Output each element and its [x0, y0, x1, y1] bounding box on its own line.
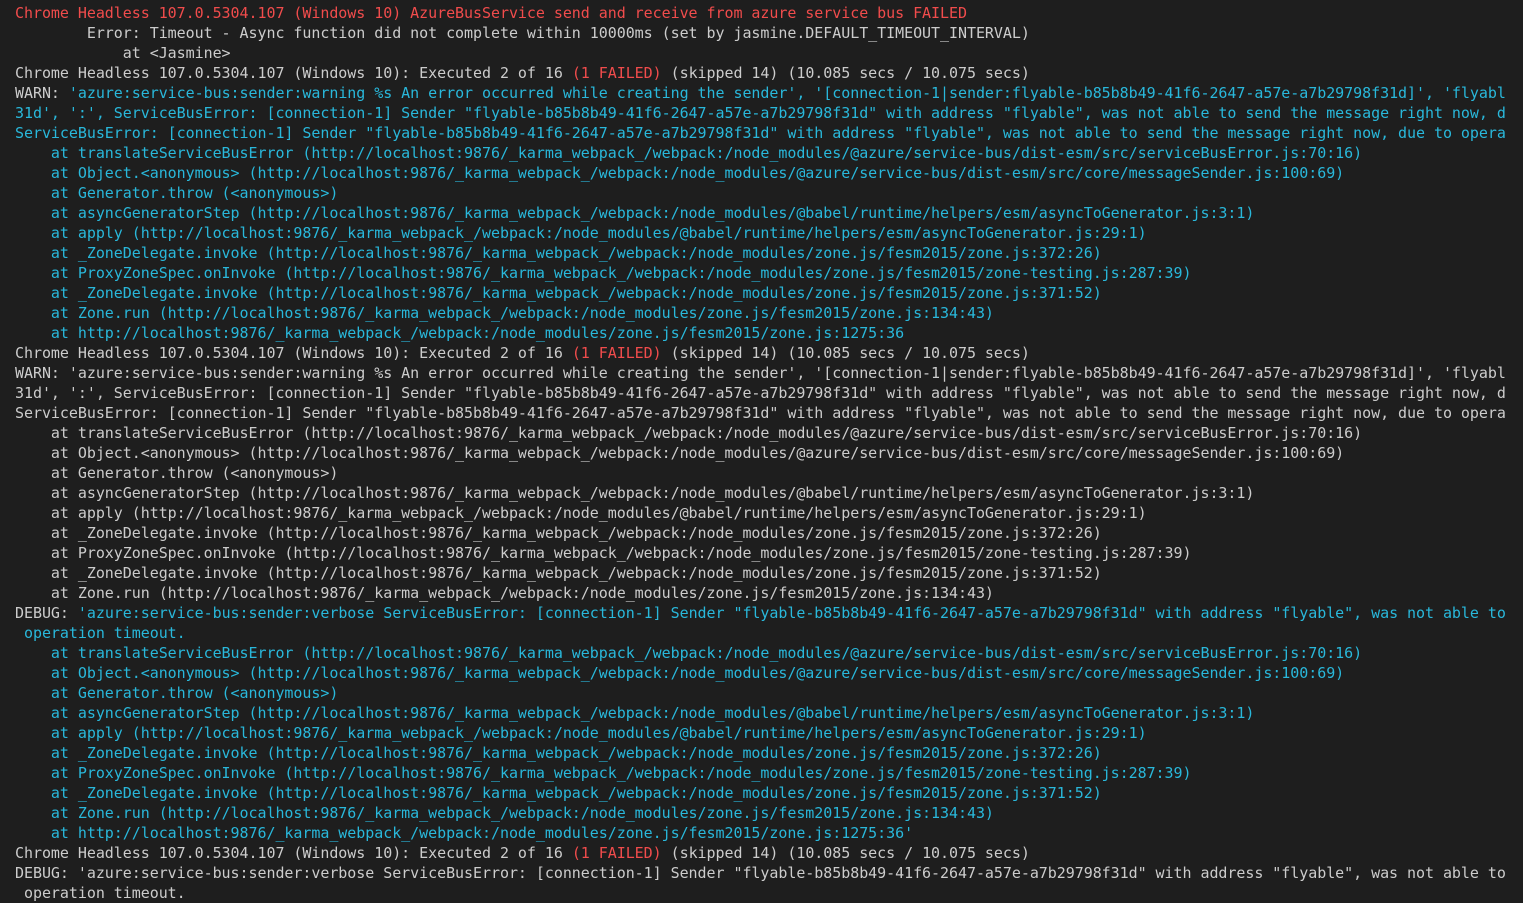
terminal-line: at Generator.throw (<anonymous>): [15, 683, 338, 703]
terminal-text-segment: at ProxyZoneSpec.onInvoke (http://localh…: [15, 264, 1192, 282]
terminal-line: at _ZoneDelegate.invoke (http://localhos…: [15, 563, 1102, 583]
terminal-text-segment: at _ZoneDelegate.invoke (http://localhos…: [15, 744, 1102, 762]
terminal-line: Error: Timeout - Async function did not …: [15, 23, 1030, 43]
terminal-text-segment: at Object.<anonymous> (http://localhost:…: [15, 164, 1345, 182]
terminal-text-segment: at <Jasmine>: [15, 44, 231, 62]
terminal-line: operation timeout.: [15, 883, 186, 903]
terminal-line: at ProxyZoneSpec.onInvoke (http://localh…: [15, 543, 1192, 563]
terminal-text-segment: at http://localhost:9876/_karma_webpack_…: [15, 824, 914, 842]
terminal-text-segment: at _ZoneDelegate.invoke (http://localhos…: [15, 524, 1102, 542]
terminal-text-segment: 31d', ':', ServiceBusError: [connection-…: [15, 104, 1506, 122]
terminal-text-segment: at Generator.throw (<anonymous>): [15, 684, 339, 702]
terminal-text-segment: at ProxyZoneSpec.onInvoke (http://localh…: [15, 544, 1192, 562]
terminal-line: at _ZoneDelegate.invoke (http://localhos…: [15, 283, 1102, 303]
terminal-line: at http://localhost:9876/_karma_webpack_…: [15, 323, 904, 343]
terminal-line: at apply (http://localhost:9876/_karma_w…: [15, 503, 1147, 523]
terminal-text-segment: at Generator.throw (<anonymous>): [15, 464, 339, 482]
terminal-text-segment: at apply (http://localhost:9876/_karma_w…: [15, 224, 1147, 242]
terminal-line: at Generator.throw (<anonymous>): [15, 463, 338, 483]
terminal-text-segment: (1 FAILED): [571, 64, 662, 82]
terminal-text-segment: at _ZoneDelegate.invoke (http://localhos…: [15, 564, 1102, 582]
terminal-text-segment: at Object.<anonymous> (http://localhost:…: [15, 664, 1345, 682]
terminal-text-segment: (skipped 14) (10.085 secs / 10.075 secs): [661, 844, 1030, 862]
terminal-text-segment: at Zone.run (http://localhost:9876/_karm…: [15, 584, 994, 602]
terminal-text-segment: at apply (http://localhost:9876/_karma_w…: [15, 724, 1147, 742]
terminal-text-segment: at translateServiceBusError (http://loca…: [15, 424, 1363, 442]
terminal-line: at translateServiceBusError (http://loca…: [15, 423, 1362, 443]
terminal-text-segment: (1 FAILED): [571, 344, 662, 362]
terminal-text-segment: 'azure:service-bus:sender:verbose Servic…: [77, 604, 1506, 622]
terminal-line: at Zone.run (http://localhost:9876/_karm…: [15, 303, 994, 323]
terminal-line: WARN: 'azure:service-bus:sender:warning …: [15, 83, 1506, 103]
terminal-line: 31d', ':', ServiceBusError: [connection-…: [15, 103, 1506, 123]
terminal-text-segment: WARN: 'azure:service-bus:sender:warning …: [15, 364, 1506, 382]
terminal-text-segment: 31d', ':', ServiceBusError: [connection-…: [15, 384, 1506, 402]
terminal-line: at Generator.throw (<anonymous>): [15, 183, 338, 203]
terminal-line: at _ZoneDelegate.invoke (http://localhos…: [15, 743, 1102, 763]
terminal-text-segment: (1 FAILED): [571, 844, 662, 862]
terminal-line: at http://localhost:9876/_karma_webpack_…: [15, 823, 913, 843]
terminal-line: ServiceBusError: [connection-1] Sender "…: [15, 123, 1506, 143]
terminal-line: at _ZoneDelegate.invoke (http://localhos…: [15, 243, 1102, 263]
terminal-text-segment: at apply (http://localhost:9876/_karma_w…: [15, 504, 1147, 522]
terminal-text-segment: Chrome Headless 107.0.5304.107 (Windows …: [15, 844, 572, 862]
terminal-text-segment: ServiceBusError: [connection-1] Sender "…: [15, 404, 1506, 422]
terminal-line: at Object.<anonymous> (http://localhost:…: [15, 663, 1344, 683]
terminal-line: Chrome Headless 107.0.5304.107 (Windows …: [15, 63, 1030, 83]
terminal-text-segment: at asyncGeneratorStep (http://localhost:…: [15, 484, 1255, 502]
terminal-text-segment: Error: Timeout - Async function did not …: [15, 24, 1030, 42]
terminal-text-segment: at ProxyZoneSpec.onInvoke (http://localh…: [15, 764, 1192, 782]
terminal-text-segment: (skipped 14) (10.085 secs / 10.075 secs): [661, 64, 1030, 82]
terminal-text-segment: 'azure:service-bus:sender:warning %s An …: [68, 84, 1506, 102]
terminal-text-segment: at Generator.throw (<anonymous>): [15, 184, 339, 202]
terminal-text-segment: at Zone.run (http://localhost:9876/_karm…: [15, 304, 994, 322]
terminal-text-segment: (skipped 14) (10.085 secs / 10.075 secs): [661, 344, 1030, 362]
terminal-text-segment: at asyncGeneratorStep (http://localhost:…: [15, 704, 1255, 722]
terminal-text-segment: at _ZoneDelegate.invoke (http://localhos…: [15, 284, 1102, 302]
terminal-text-segment: at _ZoneDelegate.invoke (http://localhos…: [15, 244, 1102, 262]
terminal-text-segment: operation timeout.: [15, 624, 186, 642]
terminal-line: at Zone.run (http://localhost:9876/_karm…: [15, 803, 994, 823]
terminal-text-segment: Chrome Headless 107.0.5304.107 (Windows …: [15, 344, 572, 362]
terminal-line: at asyncGeneratorStep (http://localhost:…: [15, 703, 1254, 723]
terminal-line: at translateServiceBusError (http://loca…: [15, 643, 1362, 663]
terminal-line: at Zone.run (http://localhost:9876/_karm…: [15, 583, 994, 603]
terminal-line: at ProxyZoneSpec.onInvoke (http://localh…: [15, 763, 1192, 783]
terminal-line: at <Jasmine>: [15, 43, 231, 63]
terminal-text-segment: DEBUG: 'azure:service-bus:sender:verbose…: [15, 864, 1506, 882]
terminal-text-segment: at _ZoneDelegate.invoke (http://localhos…: [15, 784, 1102, 802]
terminal-line: at asyncGeneratorStep (http://localhost:…: [15, 203, 1254, 223]
terminal-line: WARN: 'azure:service-bus:sender:warning …: [15, 363, 1506, 383]
terminal-line: at apply (http://localhost:9876/_karma_w…: [15, 223, 1147, 243]
terminal-text-segment: WARN:: [15, 84, 69, 102]
terminal-line: at ProxyZoneSpec.onInvoke (http://localh…: [15, 263, 1192, 283]
terminal-line: at _ZoneDelegate.invoke (http://localhos…: [15, 783, 1102, 803]
terminal-line: Chrome Headless 107.0.5304.107 (Windows …: [15, 343, 1030, 363]
terminal-line: at translateServiceBusError (http://loca…: [15, 143, 1362, 163]
terminal-line: ServiceBusError: [connection-1] Sender "…: [15, 403, 1506, 423]
terminal-text-segment: DEBUG:: [15, 604, 78, 622]
terminal-text-segment: at translateServiceBusError (http://loca…: [15, 144, 1363, 162]
terminal-text-segment: at translateServiceBusError (http://loca…: [15, 644, 1363, 662]
terminal-text-segment: ServiceBusError: [connection-1] Sender "…: [15, 124, 1506, 142]
terminal-text-segment: at Zone.run (http://localhost:9876/_karm…: [15, 804, 994, 822]
terminal-line: 31d', ':', ServiceBusError: [connection-…: [15, 383, 1506, 403]
terminal-line: Chrome Headless 107.0.5304.107 (Windows …: [15, 3, 967, 23]
terminal-text-segment: Chrome Headless 107.0.5304.107 (Windows …: [15, 64, 572, 82]
terminal-line: operation timeout.: [15, 623, 186, 643]
terminal-line: at _ZoneDelegate.invoke (http://localhos…: [15, 523, 1102, 543]
terminal-line: at Object.<anonymous> (http://localhost:…: [15, 443, 1344, 463]
terminal-output[interactable]: Chrome Headless 107.0.5304.107 (Windows …: [0, 0, 1523, 903]
terminal-line: at asyncGeneratorStep (http://localhost:…: [15, 483, 1254, 503]
terminal-text-segment: at http://localhost:9876/_karma_webpack_…: [15, 324, 905, 342]
terminal-line: at Object.<anonymous> (http://localhost:…: [15, 163, 1344, 183]
terminal-text-segment: at asyncGeneratorStep (http://localhost:…: [15, 204, 1255, 222]
terminal-text-segment: at Object.<anonymous> (http://localhost:…: [15, 444, 1345, 462]
terminal-text-segment: operation timeout.: [15, 884, 186, 902]
terminal-line: at apply (http://localhost:9876/_karma_w…: [15, 723, 1147, 743]
terminal-line: Chrome Headless 107.0.5304.107 (Windows …: [15, 843, 1030, 863]
terminal-line: DEBUG: 'azure:service-bus:sender:verbose…: [15, 603, 1506, 623]
terminal-line: DEBUG: 'azure:service-bus:sender:verbose…: [15, 863, 1506, 883]
terminal-text-segment: Chrome Headless 107.0.5304.107 (Windows …: [15, 4, 967, 22]
